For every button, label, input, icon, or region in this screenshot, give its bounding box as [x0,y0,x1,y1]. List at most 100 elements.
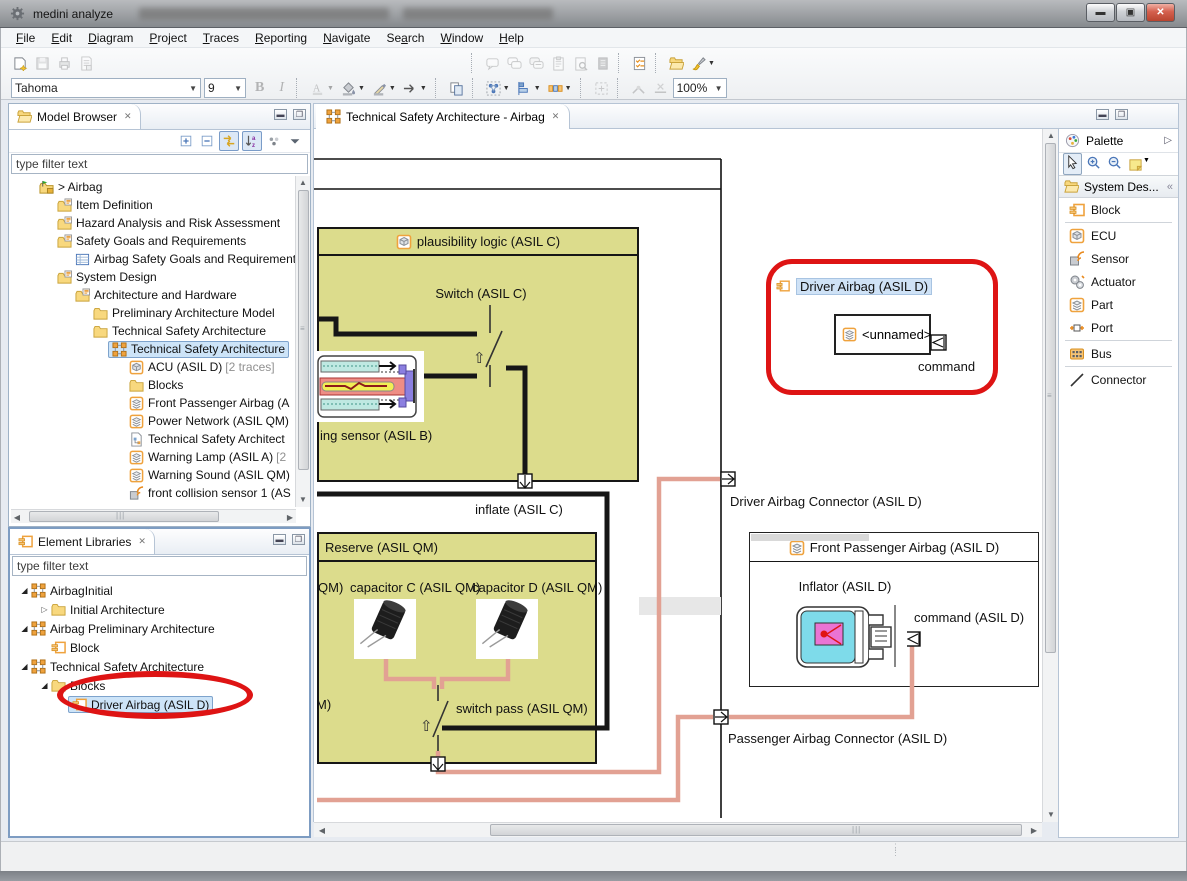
palette-tool-zoom-out[interactable] [1105,153,1124,175]
menu-traces[interactable]: Traces [196,29,246,47]
palette-item-connector[interactable]: Connector [1059,368,1178,391]
menu-window[interactable]: Window [433,29,490,47]
palette-item-bus[interactable]: Bus [1059,342,1178,365]
twistie-open-icon[interactable]: ◢ [18,586,31,595]
tree-item-preliminary-architecture-model[interactable]: Preliminary Architecture Model [9,304,310,322]
expand-all-button[interactable] [177,132,195,150]
minimize-view-icon[interactable]: ▬ [274,109,287,120]
tree-item-airbaginitial[interactable]: ◢AirbagInitial [10,581,309,600]
palette-item-part[interactable]: Part [1059,293,1178,316]
filter-dots-button[interactable] [265,132,283,150]
add-comment-button[interactable] [483,54,502,73]
tree-item-front-collision-sensor-1-as[interactable]: front collision sensor 1 (AS [9,484,310,502]
maximize-editor-icon[interactable]: ❐ [1115,109,1128,120]
close-view-icon[interactable]: ✕ [124,111,132,122]
format-I-button[interactable]: I [273,78,290,98]
maximize-view-icon[interactable]: ❐ [292,534,305,545]
tree-item-technical-safety-architecture[interactable]: Technical Safety Architecture [9,322,310,340]
menu-reporting[interactable]: Reporting [248,29,314,47]
tree-item-acu-asil-d[interactable]: ACU (ASIL D)[2 traces] [9,358,310,376]
bend-add-button[interactable] [629,79,648,98]
view-menu-button[interactable] [286,132,304,150]
new-wizard-button[interactable] [11,54,30,73]
clipboard-search-button[interactable] [571,54,590,73]
menu-search[interactable]: Search [379,29,431,47]
minimize-editor-icon[interactable]: ▬ [1096,109,1109,120]
editor-tab[interactable]: Technical Safety Architecture - Airbag ✕ [316,104,570,129]
twistie-open-icon[interactable]: ◢ [38,681,51,690]
format-B-button[interactable]: B [249,78,270,98]
palette-group-header[interactable]: System Des... « [1059,176,1178,198]
pin-drawer-icon[interactable]: « [1167,181,1173,193]
menu-help[interactable]: Help [492,29,531,47]
dashed-box-button[interactable] [592,79,611,98]
editor-vscrollbar[interactable]: ▲ ≡ ▼ [1042,129,1058,822]
toolbar-combo-100[interactable]: 100%▼ [673,78,727,98]
element-libraries-filter-input[interactable] [12,556,307,576]
comments-button[interactable] [505,54,524,73]
arrow-style-button[interactable]: ▼ [401,79,429,98]
minimize-view-icon[interactable]: ▬ [273,534,286,545]
tree-item-safety-goals-and-requirements[interactable]: Safety Goals and Requirements [9,232,310,250]
layout-graph-button[interactable]: ▼ [484,79,512,98]
menu-file[interactable]: File [9,29,42,47]
tree-item-airbag-preliminary-architecture[interactable]: ◢Airbag Preliminary Architecture [10,619,309,638]
tree-item-airbag[interactable]: > Airbag [9,178,310,196]
tree-item-warning-sound-asil-qm[interactable]: Warning Sound (ASIL QM) [9,466,310,484]
toolbar-combo-9[interactable]: 9▼ [204,78,246,98]
fill-color-button[interactable]: ▼ [339,79,367,98]
menu-edit[interactable]: Edit [44,29,79,47]
twistie-open-icon[interactable]: ◢ [18,662,31,671]
tree-item-blocks[interactable]: Blocks [9,376,310,394]
clipboard-button[interactable] [549,54,568,73]
collapse-all-button[interactable] [198,132,216,150]
palette-tool-note[interactable]: ▼ [1126,155,1152,174]
font-color-button[interactable]: A▼ [308,79,336,98]
model-browser-filter-input[interactable] [11,154,308,174]
link-editor-button[interactable] [219,131,239,151]
twistie-closed-icon[interactable]: ▷ [38,605,51,614]
model-browser-hscrollbar[interactable]: ◀ ||| ▶ [11,509,296,523]
tree-item-architecture-and-hardware[interactable]: Architecture and Hardware [9,286,310,304]
copy-appearance-button[interactable] [447,79,466,98]
twistie-open-icon[interactable]: ◢ [18,624,31,633]
menu-project[interactable]: Project [142,29,193,47]
tree-item-item-definition[interactable]: Item Definition [9,196,310,214]
tree-item-technical-safety-architecture[interactable]: Technical Safety Architecture [9,340,310,358]
maximize-button[interactable]: ▣ [1116,3,1145,22]
maximize-view-icon[interactable]: ❐ [293,109,306,120]
toolbar-combo-tahoma[interactable]: Tahoma▼ [11,78,201,98]
report-button[interactable] [77,54,96,73]
palette-item-actuator[interactable]: Actuator [1059,270,1178,293]
format-brush-button[interactable]: ▼ [689,54,717,73]
tree-item-power-network-asil-qm[interactable]: Power Network (ASIL QM) [9,412,310,430]
close-view-icon[interactable]: ✕ [138,536,146,547]
line-color-button[interactable]: ▼ [370,79,398,98]
tree-item-warning-lamp-asil-a[interactable]: Warning Lamp (ASIL A)[2 [9,448,310,466]
close-editor-icon[interactable]: ✕ [552,111,560,122]
save-button[interactable] [33,54,52,73]
checklist-button[interactable] [630,54,649,73]
layout-align-button[interactable]: ▼ [515,79,543,98]
open-folder-button[interactable] [667,54,686,73]
tree-item-initial-architecture[interactable]: ▷Initial Architecture [10,600,309,619]
minimize-button[interactable]: ▬ [1086,3,1115,22]
bend-remove-button[interactable] [651,79,670,98]
palette-item-port[interactable]: Port [1059,316,1178,339]
palette-item-sensor[interactable]: Sensor [1059,247,1178,270]
palette-tool-cursor[interactable] [1063,153,1082,175]
element-libraries-tab[interactable]: Element Libraries ✕ [10,529,155,554]
collapse-palette-icon[interactable]: ▷ [1164,135,1172,146]
diagram-canvas[interactable]: plausibility logic (ASIL C) Reserve (ASI… [313,129,1042,822]
model-browser-tab[interactable]: Model Browser ✕ [9,104,141,129]
sort-az-button[interactable]: az [242,131,262,151]
palette-tool-zoom-in[interactable] [1084,153,1103,175]
tree-item-front-passenger-airbag-a[interactable]: Front Passenger Airbag (A [9,394,310,412]
tree-item-airbag-safety-goals-and-requirement[interactable]: Airbag Safety Goals and Requirement [9,250,310,268]
editor-hscrollbar[interactable]: ◀ ||| ▶ [314,822,1042,837]
notes-button[interactable] [593,54,612,73]
tree-item-hazard-analysis-and-risk-assessment[interactable]: Hazard Analysis and Risk Assessment [9,214,310,232]
tree-item-system-design[interactable]: System Design [9,268,310,286]
print-button[interactable] [55,54,74,73]
close-button[interactable]: ✕ [1146,3,1175,22]
